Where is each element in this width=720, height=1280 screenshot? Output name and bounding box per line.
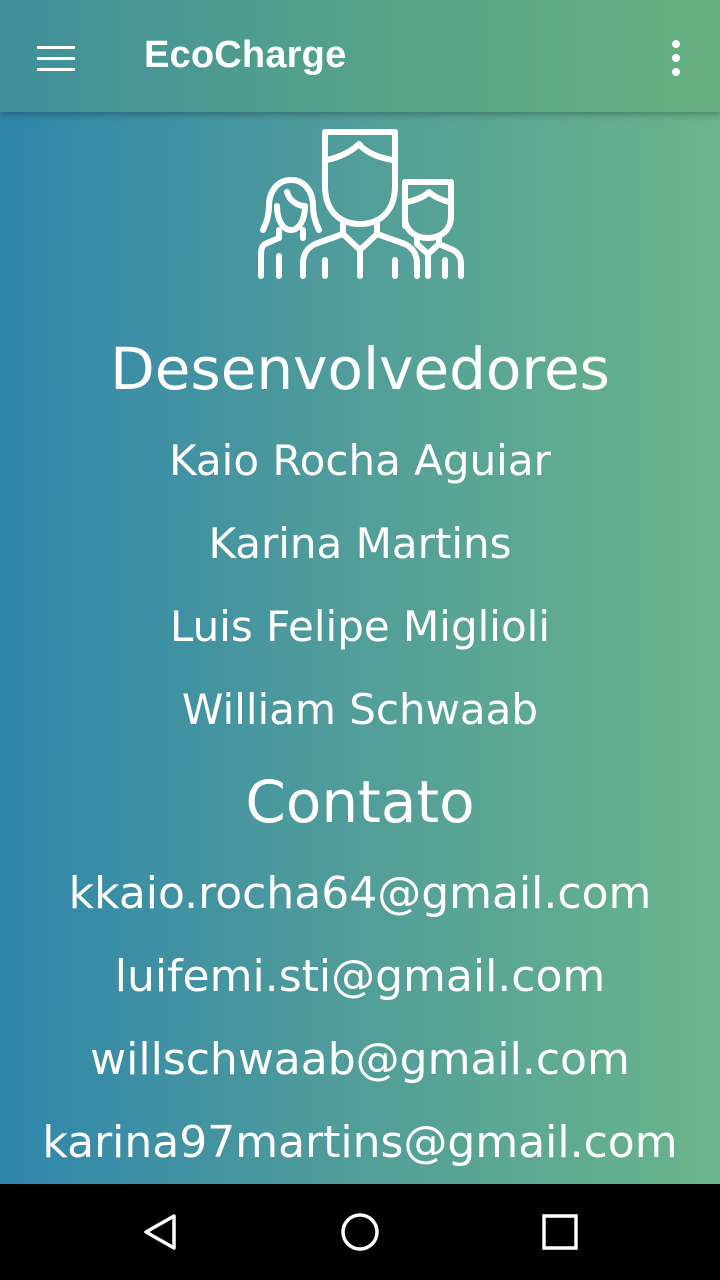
- app-bar: EcoCharge: [0, 0, 720, 112]
- contact-email: karina97martins@gmail.com: [42, 1117, 678, 1168]
- contact-email: luifemi.sti@gmail.com: [114, 951, 606, 1002]
- hamburger-menu-icon[interactable]: [26, 30, 86, 86]
- contact-email: willschwaab@gmail.com: [90, 1034, 630, 1085]
- developers-heading: Desenvolvedores: [110, 335, 610, 403]
- contact-heading: Contato: [245, 768, 475, 836]
- app-title: EcoCharge: [144, 34, 347, 76]
- team-people-icon: [258, 129, 464, 279]
- back-triangle-icon[interactable]: [130, 1202, 190, 1262]
- system-nav-bar: [0, 1184, 720, 1280]
- home-circle-icon[interactable]: [330, 1202, 390, 1262]
- contact-email: kkaio.rocha64@gmail.com: [68, 868, 652, 919]
- developer-name: Luis Felipe Miglioli: [169, 602, 550, 651]
- more-vert-icon[interactable]: [656, 30, 696, 86]
- developer-name: Kaio Rocha Aguiar: [169, 436, 551, 485]
- developer-name: William Schwaab: [181, 685, 539, 734]
- developer-name: Karina Martins: [208, 519, 512, 568]
- recents-square-icon[interactable]: [530, 1202, 590, 1262]
